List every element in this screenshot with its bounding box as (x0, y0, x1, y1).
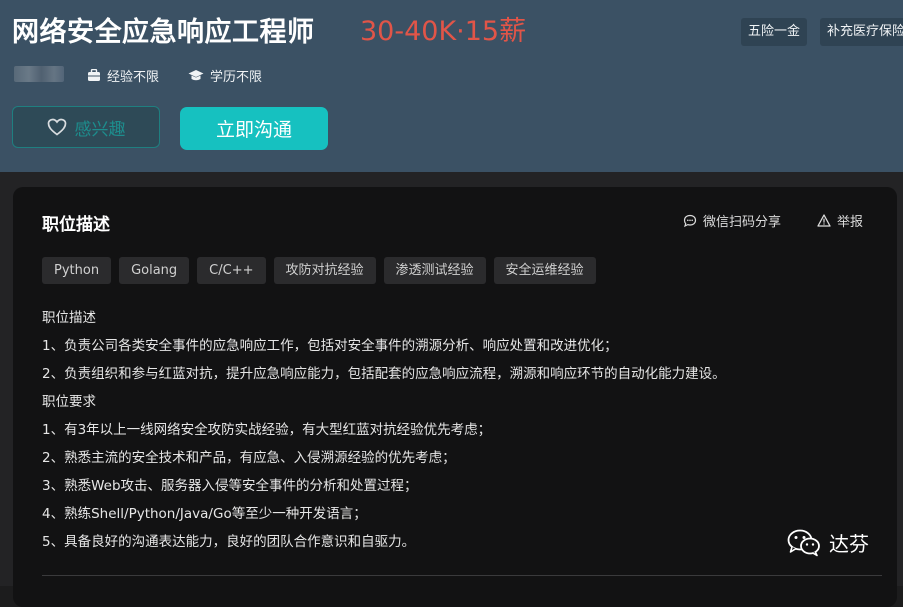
wechat-share-link[interactable]: 微信扫码分享 (683, 211, 781, 230)
description-line: 2、负责组织和参与红蓝对抗，提升应急响应能力，包括配套的应急响应流程，溯源和响应… (42, 366, 726, 382)
welfare-tag-insurance: 五险一金 (741, 18, 808, 46)
job-title: 网络安全应急响应工程师 (12, 17, 315, 48)
watermark-text: 达芬 (829, 532, 869, 556)
job-description: 职位描述 1、负责公司各类安全事件的应急响应工作，包括对安全事件的溯源分析、响应… (42, 306, 882, 558)
description-line: 1、负责公司各类安全事件的应急响应工作，包括对安全事件的溯源分析、响应处置和改进… (42, 338, 618, 354)
share-label: 微信扫码分享 (703, 215, 782, 230)
experience-label: 经验不限 (107, 69, 160, 85)
requirements-heading: 职位要求 (42, 394, 96, 410)
skill-tag: C/C++ (197, 257, 266, 284)
interest-button[interactable]: 感兴趣 (12, 106, 160, 148)
section-title: 职位描述 (42, 215, 110, 235)
skill-tag: Python (42, 257, 112, 284)
graduation-cap-icon (188, 69, 204, 80)
requirement-line: 2、熟悉主流的安全技术和产品，有应急、入侵溯源经验的优先考虑； (42, 450, 456, 466)
chat-bubble-icon (683, 214, 697, 227)
heart-icon (47, 118, 66, 136)
chat-now-button[interactable]: 立即沟通 (180, 107, 328, 150)
chat-now-button-label: 立即沟通 (215, 119, 292, 141)
blurred-location (14, 66, 64, 82)
requirement-line: 5、具备良好的沟通表达能力，良好的团队合作意识和自驱力。 (42, 534, 416, 550)
description-heading: 职位描述 (42, 310, 96, 326)
divider (42, 575, 882, 576)
requirement-line: 1、有3年以上一线网络安全攻防实战经验，有大型红蓝对抗经验优先考虑； (42, 422, 492, 438)
experience-requirement: 经验不限 (87, 64, 159, 86)
requirement-line: 3、熟悉Web攻击、服务器入侵等安全事件的分析和处置过程； (42, 478, 418, 494)
report-label: 举报 (837, 215, 864, 230)
skill-tag: 渗透测试经验 (383, 257, 486, 284)
wechat-icon (787, 529, 820, 556)
job-detail-card: 职位描述 微信扫码分享 举报 Python Golang C/C++ 攻防对抗经… (13, 187, 897, 607)
briefcase-icon (88, 68, 100, 81)
requirement-line: 4、熟练Shell/Python/Java/Go等至少一种开发语言； (42, 506, 367, 522)
skill-tag: 安全运维经验 (493, 257, 596, 284)
interest-button-label: 感兴趣 (74, 119, 126, 140)
skill-tags: Python Golang C/C++ 攻防对抗经验 渗透测试经验 安全运维经验 (42, 257, 596, 284)
welfare-tag-medical: 补充医疗保险 (820, 18, 903, 46)
skill-tag: 攻防对抗经验 (273, 257, 376, 284)
education-label: 学历不限 (210, 69, 263, 85)
salary: 30-40K·15薪 (360, 16, 527, 47)
skill-tag: Golang (119, 257, 190, 284)
wechat-watermark: 达芬 (787, 528, 869, 557)
warning-icon (817, 214, 831, 227)
education-requirement: 学历不限 (188, 64, 262, 86)
report-link[interactable]: 举报 (817, 211, 863, 230)
